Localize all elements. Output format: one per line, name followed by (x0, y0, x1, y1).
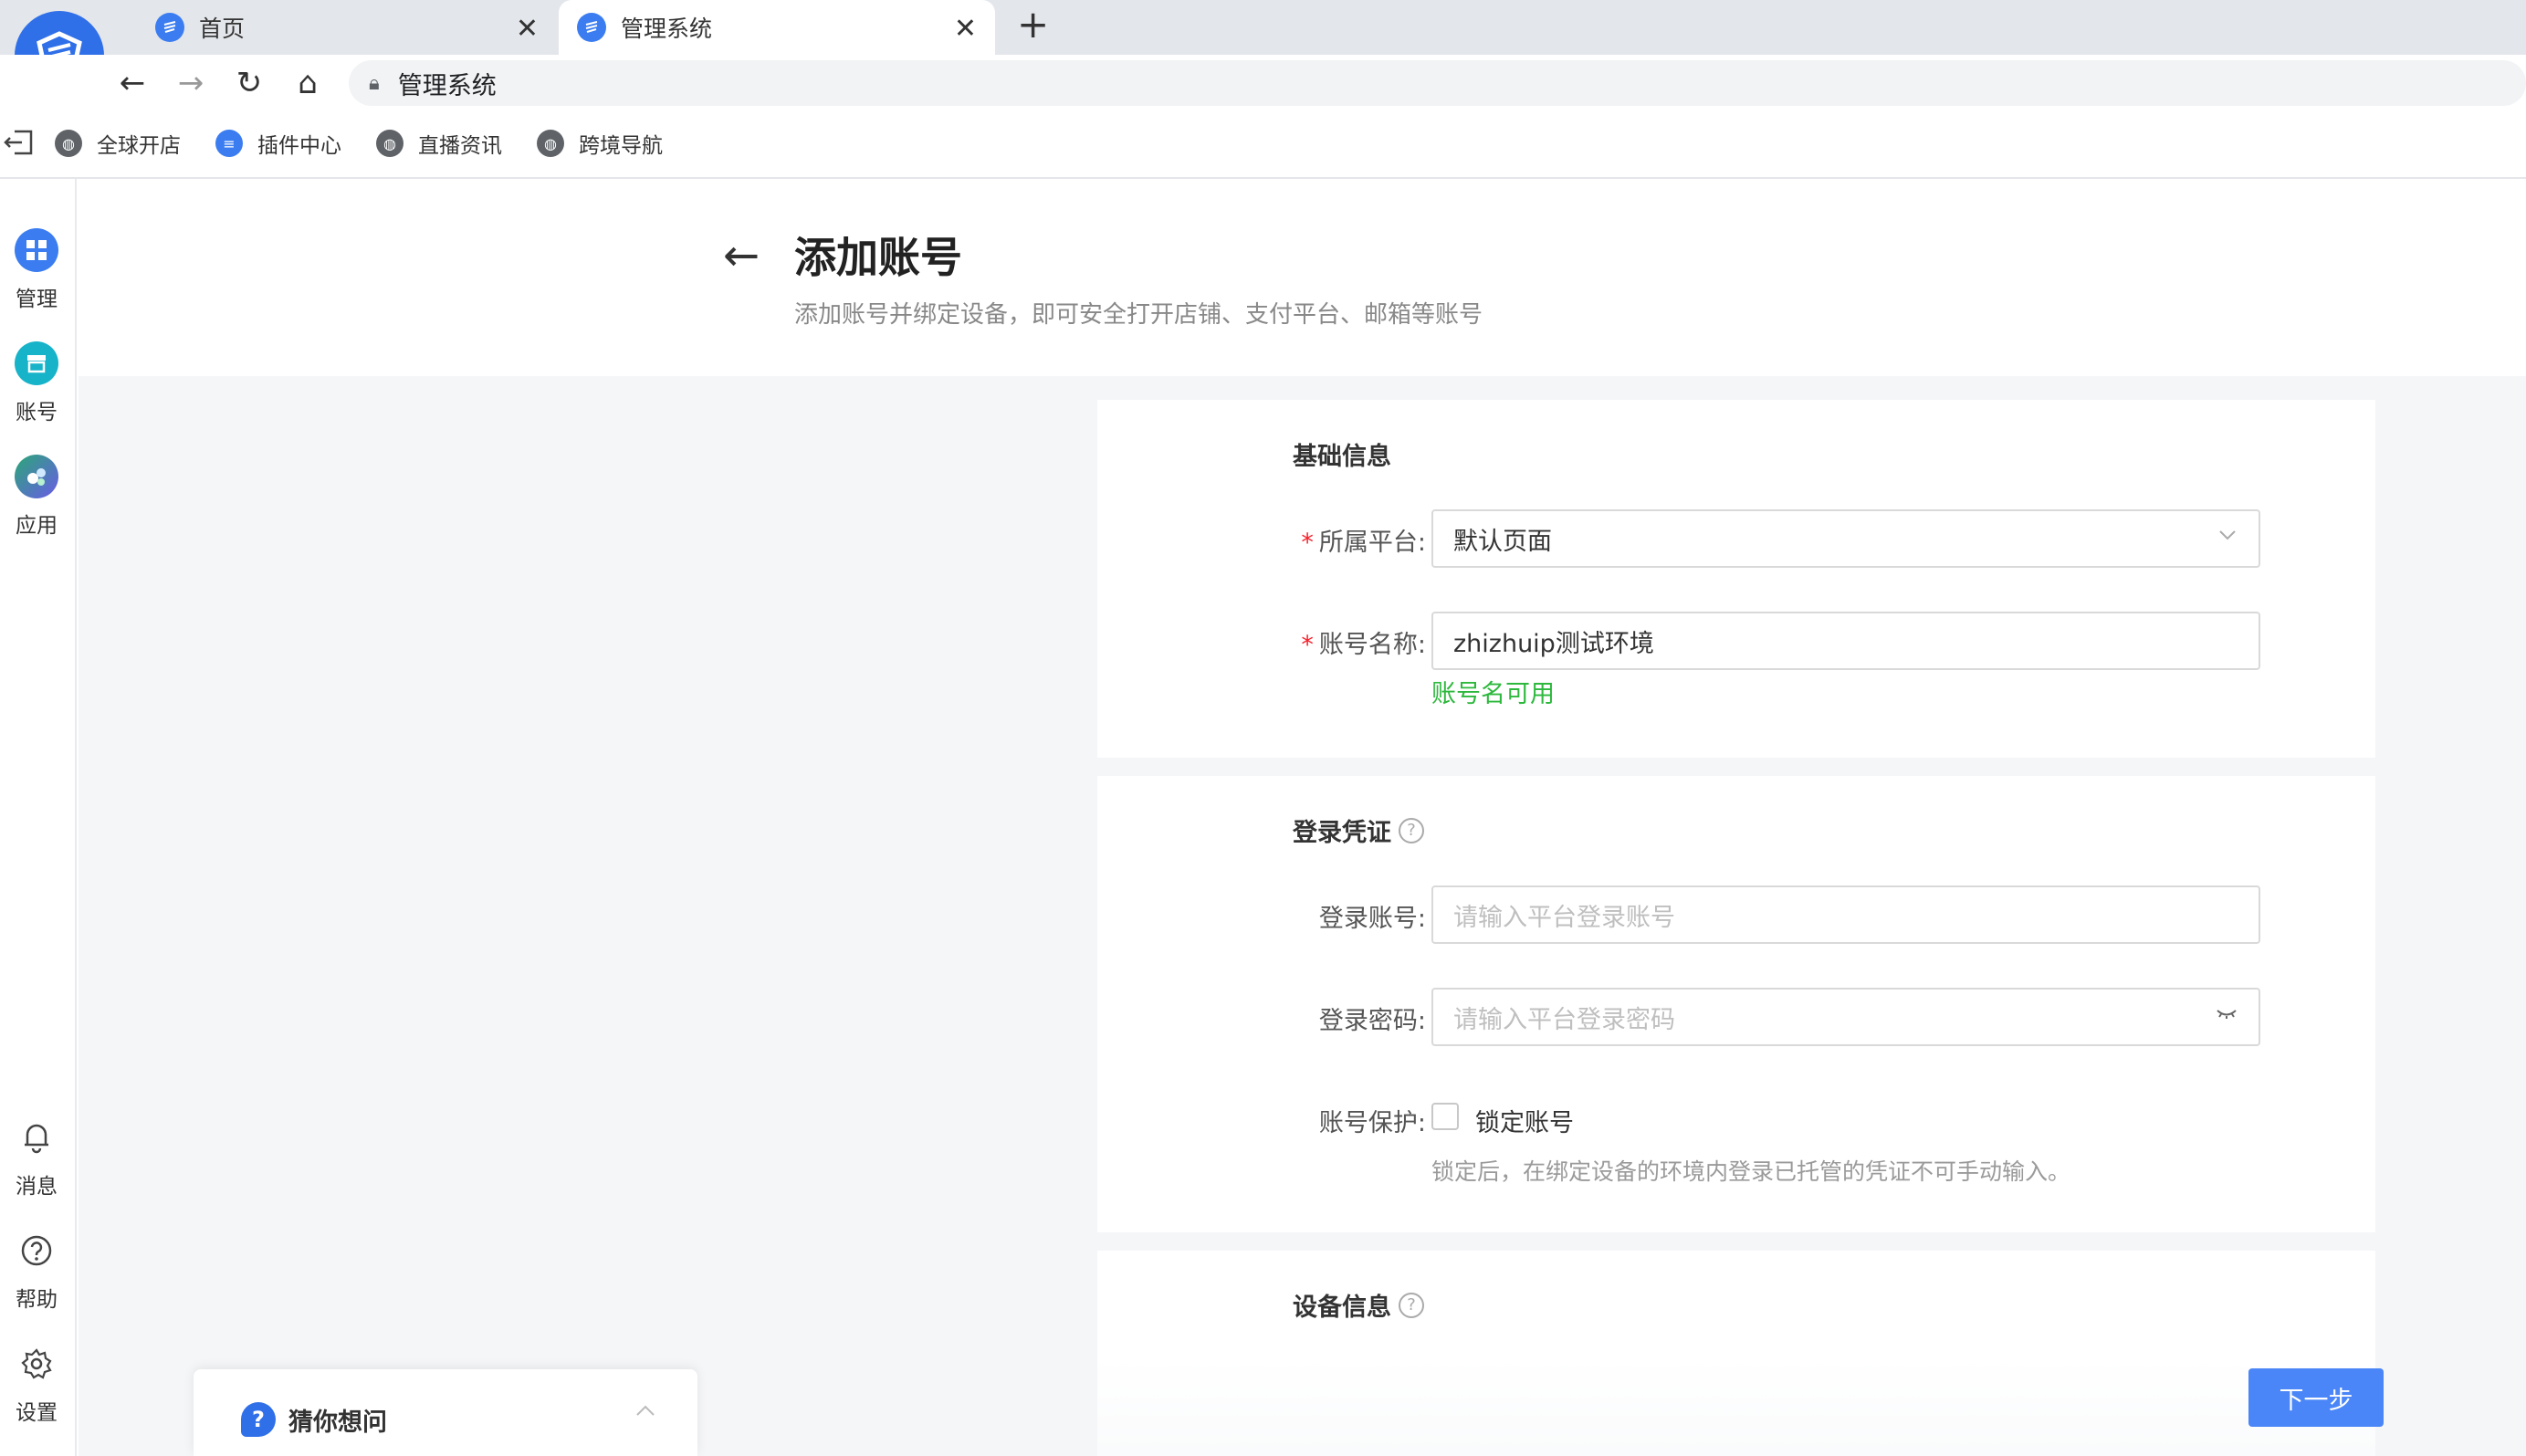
login-password-label: 登录密码: (1318, 1007, 1426, 1035)
main-content: ← 添加账号 添加账号并绑定设备，即可安全打开店铺、支付平台、邮箱等账号 基础信… (79, 179, 2526, 1456)
faq-panel-title: 猜你想问 (288, 1409, 387, 1437)
chevron-down-icon (2217, 524, 2238, 552)
sidebar-item-label: 帮助 (16, 1288, 58, 1312)
sidebar-item-messages[interactable]: 消息 (0, 1116, 73, 1199)
sidebar-item-label: 设置 (16, 1401, 58, 1425)
sidebar-item-label: 管理 (16, 288, 58, 311)
bookmark-item[interactable]: ◍ 跨境导航 (537, 128, 663, 159)
login-account-label: 登录账号: (1318, 905, 1426, 933)
sidebar-item-help[interactable]: 帮助 (0, 1229, 73, 1313)
section-title-basic-info: 基础信息 (1293, 443, 1391, 471)
next-step-button[interactable]: 下一步 (2248, 1368, 2384, 1427)
chevron-up-icon[interactable] (634, 1397, 657, 1427)
app-logo-icon (155, 13, 184, 42)
login-password-input[interactable]: 请输入平台登录密码 (1431, 988, 2260, 1046)
left-sidebar: 管理 账号 应用 消息 帮助 设置 (0, 179, 77, 1456)
page-header: ← 添加账号 添加账号并绑定设备，即可安全打开店铺、支付平台、邮箱等账号 (79, 179, 2526, 376)
lock-account-description: 锁定后，在绑定设备的环境内登录已托管的凭证不可手动输入。 (1431, 1158, 2071, 1185)
login-account-placeholder: 请输入平台登录账号 (1453, 903, 1675, 932)
required-mark: * (1301, 529, 1314, 557)
tab-home[interactable]: 首页 ✕ (137, 0, 557, 55)
question-icon[interactable]: ? (1399, 817, 1424, 843)
question-bubble-icon: ? (241, 1402, 276, 1437)
eye-closed-icon[interactable] (2215, 1002, 2238, 1031)
faq-panel[interactable]: ? 猜你想问 (194, 1369, 697, 1456)
sidebar-item-accounts[interactable]: 账号 (0, 341, 73, 425)
sidebar-item-label: 账号 (16, 401, 58, 424)
address-bar[interactable]: 🔒︎ 管理系统 (349, 60, 2526, 106)
login-password-placeholder: 请输入平台登录密码 (1453, 1005, 1675, 1034)
bookmarks-bar: ◍ 全球开店 ≡ 插件中心 ◍ 直播资讯 ◍ 跨境导航 (0, 111, 2526, 179)
grid-icon (15, 228, 58, 272)
reload-icon[interactable]: ↻ (228, 62, 270, 104)
lock-icon: 🔒︎ (369, 71, 380, 95)
bookmark-item[interactable]: ≡ 插件中心 (215, 128, 341, 159)
globe-icon: ◍ (537, 130, 564, 157)
bookmark-label: 插件中心 (257, 134, 341, 158)
platform-select[interactable]: 默认页面 (1431, 509, 2260, 568)
forward-icon[interactable]: → (170, 62, 212, 104)
bookmark-item[interactable]: ◍ 直播资讯 (376, 128, 502, 159)
tab-management[interactable]: 管理系统 ✕ (559, 0, 995, 55)
close-icon[interactable]: ✕ (954, 13, 977, 45)
required-mark: * (1301, 631, 1314, 659)
address-text: 管理系统 (397, 71, 497, 100)
gear-icon (15, 1342, 58, 1386)
section-title-credentials: 登录凭证 ? (1293, 812, 1424, 848)
credentials-card: 登录凭证 ? 登录账号: 请输入平台登录账号 登录密码: 请输入平台登录密码 账… (1097, 776, 2375, 1232)
basic-info-card: 基础信息 * 所属平台: 默认页面 * 账号名称: zhizhuip测试环境 账号名… (1097, 400, 2375, 758)
account-name-label: * 账号名称: (1301, 631, 1426, 659)
lock-account-label[interactable]: 锁定账号 (1475, 1103, 1574, 1138)
bookmark-label: 全球开店 (97, 134, 181, 158)
platform-label: * 所属平台: (1301, 529, 1426, 557)
sidebar-item-label: 消息 (16, 1175, 58, 1199)
sidebar-item-settings[interactable]: 设置 (0, 1342, 73, 1426)
sidebar-item-manage[interactable]: 管理 (0, 228, 73, 312)
app-logo-icon: ≡ (215, 130, 243, 157)
lock-account-checkbox[interactable] (1431, 1103, 1459, 1130)
new-tab-button[interactable]: + (1017, 2, 1049, 47)
tab-label: 管理系统 (621, 16, 713, 42)
tab-label: 首页 (199, 16, 246, 42)
close-icon[interactable]: ✕ (516, 13, 539, 45)
app-logo-icon (577, 13, 606, 42)
account-name-hint: 账号名可用 (1431, 680, 1555, 708)
bookmark-item[interactable]: ◍ 全球开店 (55, 128, 181, 159)
help-icon (15, 1229, 58, 1273)
back-icon[interactable]: ← (111, 62, 153, 104)
page-subtitle: 添加账号并绑定设备，即可安全打开店铺、支付平台、邮箱等账号 (794, 301, 1483, 329)
platform-select-value: 默认页面 (1453, 527, 1552, 556)
globe-icon: ◍ (376, 130, 404, 157)
login-account-input[interactable]: 请输入平台登录账号 (1431, 885, 2260, 944)
question-icon[interactable]: ? (1399, 1292, 1424, 1318)
section-title-device-info: 设备信息 ? (1293, 1287, 1424, 1323)
home-icon[interactable]: ⌂ (287, 62, 329, 104)
sidebar-item-apps[interactable]: 应用 (0, 455, 73, 539)
account-name-input[interactable]: zhizhuip测试环境 (1431, 612, 2260, 670)
scroll-fade (1097, 1356, 2375, 1456)
address-bar-row: ← → ↻ ⌂ 🔒︎ 管理系统 (0, 55, 2526, 111)
apps-icon (15, 455, 58, 498)
account-protect-label: 账号保护: (1318, 1109, 1426, 1137)
exit-icon[interactable] (2, 128, 35, 157)
page-title: 添加账号 (794, 233, 962, 282)
bookmark-label: 跨境导航 (579, 134, 663, 158)
store-icon (15, 341, 58, 385)
account-name-value: zhizhuip测试环境 (1453, 629, 1654, 658)
bookmark-label: 直播资讯 (418, 134, 502, 158)
bell-icon (15, 1116, 58, 1159)
sidebar-item-label: 应用 (16, 514, 58, 538)
back-arrow-icon[interactable]: ← (723, 230, 760, 281)
globe-icon: ◍ (55, 130, 82, 157)
